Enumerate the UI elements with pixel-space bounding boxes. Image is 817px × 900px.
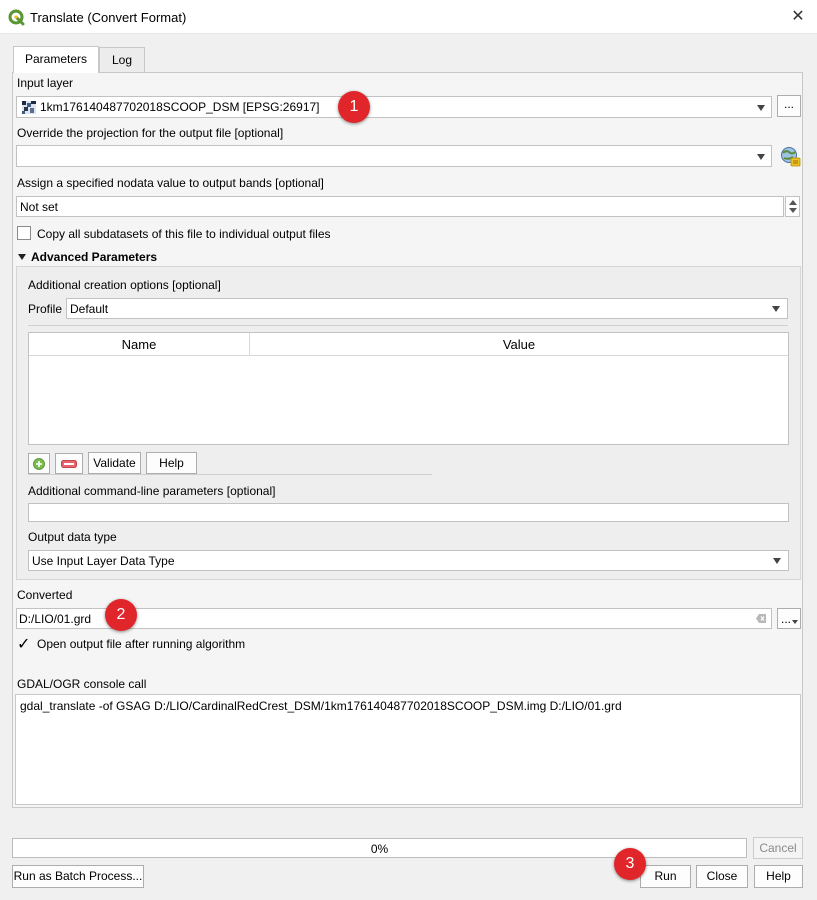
run-batch-button[interactable]: Run as Batch Process... — [12, 865, 144, 888]
add-row-button[interactable] — [28, 453, 50, 474]
crs-globe-icon[interactable] — [780, 146, 801, 167]
tab-parameters[interactable]: Parameters — [13, 46, 99, 73]
spin-down-icon[interactable] — [789, 208, 797, 213]
profile-value: Default — [70, 302, 109, 316]
projection-label: Override the projection for the output f… — [17, 126, 284, 140]
run-button[interactable]: Run — [640, 865, 691, 888]
help-button[interactable]: Help — [754, 865, 803, 888]
checkmark-icon: ✓ — [17, 636, 31, 653]
chevron-down-icon — [772, 306, 780, 312]
spin-up-icon[interactable] — [789, 200, 797, 205]
annotation-badge-2: 2 — [105, 599, 137, 631]
table-header-name[interactable]: Name — [29, 333, 250, 356]
add-icon — [33, 458, 45, 470]
collapse-triangle-icon[interactable] — [18, 254, 26, 260]
profile-combo[interactable]: Default — [66, 298, 788, 319]
open-output-label: Open output file after running algorithm — [37, 637, 246, 651]
table-header-value[interactable]: Value — [250, 333, 788, 356]
converted-value: D:/LIO/01.grd — [19, 612, 92, 626]
cmdline-label: Additional command-line parameters [opti… — [28, 484, 276, 498]
cmdline-input[interactable] — [28, 503, 789, 522]
annotation-badge-3: 3 — [614, 848, 646, 880]
remove-icon — [61, 460, 77, 468]
nodata-spinner[interactable] — [785, 196, 800, 217]
window-title: Translate (Convert Format) — [30, 10, 187, 25]
creation-options-label: Additional creation options [optional] — [28, 278, 221, 292]
projection-combo[interactable] — [16, 145, 772, 167]
input-layer-combo[interactable]: 1km176140487702018SCOOP_DSM [EPSG:26917] — [16, 96, 772, 118]
console-label: GDAL/OGR console call — [17, 677, 147, 691]
profile-label: Profile — [28, 302, 63, 316]
annotation-badge-1: 1 — [338, 91, 370, 123]
output-type-label: Output data type — [28, 530, 117, 544]
console-text: gdal_translate -of GSAG D:/LIO/CardinalR… — [20, 699, 622, 713]
chevron-down-icon — [757, 105, 765, 111]
tab-log[interactable]: Log — [99, 47, 145, 72]
chevron-down-icon — [757, 154, 765, 160]
cancel-button[interactable]: Cancel — [753, 837, 803, 859]
output-type-combo[interactable]: Use Input Layer Data Type — [28, 550, 789, 571]
nodata-label: Assign a specified nodata value to outpu… — [17, 176, 324, 190]
nodata-value: Not set — [20, 200, 59, 214]
help-options-button[interactable]: Help — [146, 452, 197, 474]
copy-subdatasets-label: Copy all subdatasets of this file to ind… — [37, 227, 331, 241]
open-output-checkbox[interactable]: ✓ — [17, 636, 31, 653]
title-bar: Translate (Convert Format) ✕ — [0, 0, 817, 34]
separator — [28, 325, 788, 326]
converted-label: Converted — [17, 588, 73, 602]
creation-options-table[interactable]: Name Value — [28, 332, 789, 445]
input-layer-value: 1km176140487702018SCOOP_DSM [EPSG:26917] — [40, 100, 320, 114]
clear-icon[interactable] — [756, 614, 766, 623]
chevron-down-icon — [773, 558, 781, 564]
copy-subdatasets-checkbox[interactable] — [17, 226, 31, 240]
validate-button[interactable]: Validate — [88, 452, 141, 474]
output-type-value: Use Input Layer Data Type — [32, 554, 175, 568]
raster-layer-icon — [22, 101, 36, 114]
input-layer-browse-button[interactable]: ... — [777, 95, 801, 117]
close-icon[interactable]: ✕ — [789, 8, 807, 26]
console-call-text[interactable]: gdal_translate -of GSAG D:/LIO/CardinalR… — [15, 694, 801, 805]
advanced-parameters-header[interactable]: Advanced Parameters — [31, 250, 157, 264]
chevron-down-icon — [792, 620, 798, 624]
qgis-logo-icon — [8, 9, 25, 26]
remove-row-button[interactable] — [55, 453, 83, 474]
browse-dots: ... — [781, 612, 792, 626]
converted-browse-button[interactable]: ... — [777, 608, 801, 629]
input-layer-label: Input layer — [17, 76, 74, 90]
close-button[interactable]: Close — [696, 865, 748, 888]
separator — [28, 474, 432, 475]
nodata-input[interactable]: Not set — [16, 196, 784, 217]
